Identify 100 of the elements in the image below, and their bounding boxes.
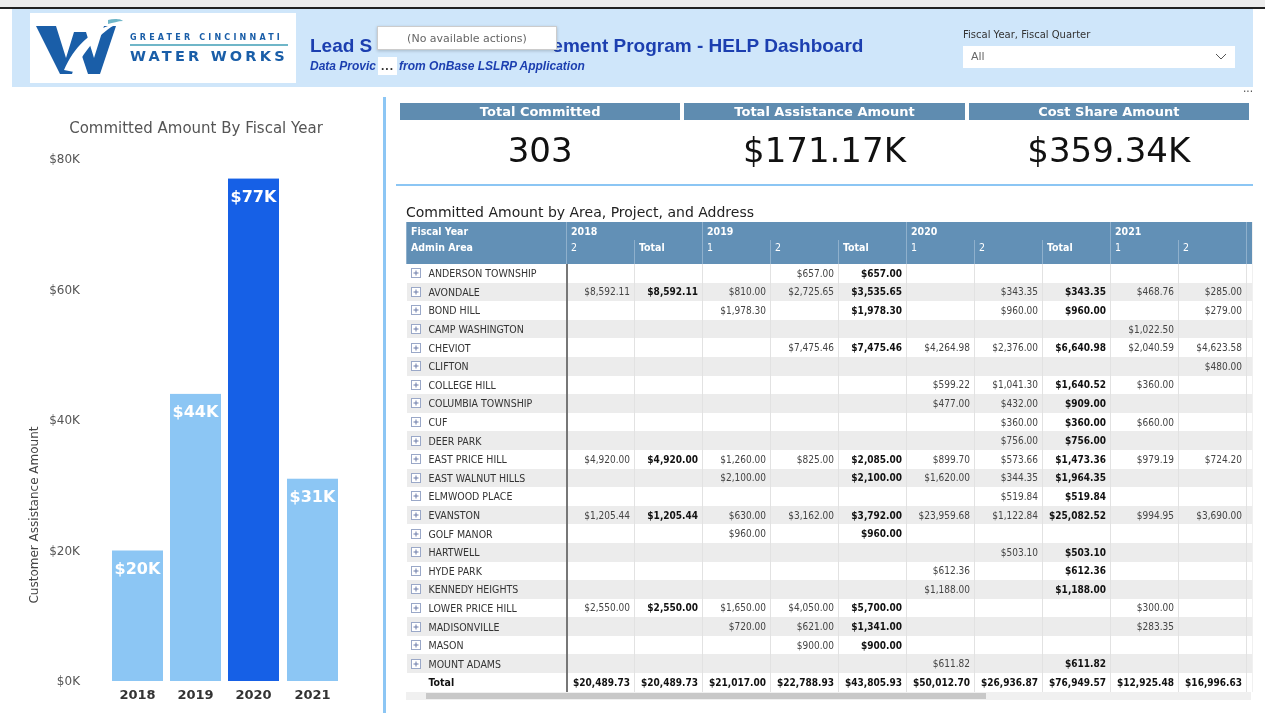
bar[interactable] xyxy=(287,478,338,681)
expand-icon[interactable] xyxy=(410,584,421,595)
header-cell: Fiscal Year xyxy=(406,222,567,240)
table-cell: $6,640.98 xyxy=(1042,338,1111,357)
expand-icon[interactable] xyxy=(410,361,421,372)
expand-icon[interactable] xyxy=(410,305,421,316)
expand-icon[interactable] xyxy=(410,510,421,520)
table-cell: $657.00 xyxy=(770,264,839,283)
table-cell: $2,376.00 xyxy=(974,338,1043,357)
expand-icon[interactable] xyxy=(410,435,421,446)
expand-icon[interactable] xyxy=(410,268,421,279)
logo-text: WATER WORKS xyxy=(130,47,288,64)
horizontal-scrollbar[interactable] xyxy=(406,691,1251,700)
table-cell: KENNEDY HEIGHTS xyxy=(428,583,519,596)
table-cell: LOWER PRICE HILL xyxy=(428,602,517,614)
expand-icon[interactable] xyxy=(410,454,421,465)
subtitle: from OnBase LSLRP Application xyxy=(399,59,585,73)
table-cell: $1,473.36 xyxy=(1042,449,1111,469)
bar-value-label: $20K xyxy=(114,558,161,578)
table-cell: $2,040.59 xyxy=(1110,338,1179,357)
table-cell: AVONDALE xyxy=(428,285,480,298)
expand-icon[interactable] xyxy=(410,398,421,409)
axis-category-label: 2019 xyxy=(177,687,214,702)
table-cell: $283.35 xyxy=(1110,617,1179,636)
header-cell: 1 xyxy=(906,240,975,264)
expand-icon[interactable] xyxy=(410,565,421,576)
header-cell: 2 xyxy=(1178,240,1247,264)
table-cell: $1,978.30 xyxy=(702,301,771,320)
expand-icon[interactable] xyxy=(410,472,421,483)
dashboard-title: Lead S xyxy=(310,35,373,57)
header-cell: 1 xyxy=(1110,240,1179,264)
table-cell: MASON xyxy=(428,639,464,652)
table-cell: $960.00 xyxy=(974,301,1043,320)
table-cell: CAMP WASHINGTON xyxy=(428,323,524,336)
table-cell: $76,949.57 xyxy=(1042,673,1111,692)
table-cell: $657.00 xyxy=(838,264,907,283)
axis-tick-label: $0K xyxy=(56,674,80,688)
axis-category-label: 2018 xyxy=(119,687,156,702)
expand-icon[interactable] xyxy=(410,379,421,390)
expand-icon[interactable] xyxy=(410,640,421,651)
expand-icon[interactable] xyxy=(410,528,421,539)
expand-icon[interactable] xyxy=(410,286,421,297)
table-cell: $4,920.00 xyxy=(634,449,703,469)
kpi-value: $171.17K xyxy=(743,130,906,170)
bar[interactable] xyxy=(112,550,163,681)
expand-icon[interactable] xyxy=(410,547,421,558)
expand-icon[interactable] xyxy=(410,603,421,613)
table-cell: $909.00 xyxy=(1042,394,1111,413)
table-cell: $43,805.93 xyxy=(838,673,907,692)
table-cell: $21,017.00 xyxy=(702,673,771,692)
table-cell: $960.00 xyxy=(1042,301,1111,320)
table-cell: CLIFTON xyxy=(428,360,469,373)
expand-icon[interactable] xyxy=(410,324,421,335)
table-cell: EAST WALNUT HILLS xyxy=(428,471,526,484)
header-cell: 2 xyxy=(566,240,635,264)
table-cell: BOND HILL xyxy=(428,304,480,317)
expand-icon[interactable] xyxy=(410,342,421,353)
table-cell: $26,936.87 xyxy=(974,673,1043,692)
table-cell: $7,475.46 xyxy=(838,338,907,357)
table-cell: ANDERSON TOWNSHIP xyxy=(428,267,537,280)
table-cell: $1,341.00 xyxy=(838,617,907,636)
axis-category-label: 2021 xyxy=(294,687,331,702)
fiscal-year-dropdown[interactable]: All xyxy=(963,45,1235,68)
table-cell: $4,920.00 xyxy=(566,449,635,469)
table-cell: $960.00 xyxy=(702,524,771,543)
table-cell: $825.00 xyxy=(770,449,839,469)
table-cell: $12,925.48 xyxy=(1110,673,1179,692)
axis-category-label: 2020 xyxy=(235,687,272,702)
kpi-label: Total Assistance Amount xyxy=(684,103,965,120)
header-cell: 1 xyxy=(702,240,771,264)
expand-icon[interactable] xyxy=(410,658,421,669)
table-cell: COLUMBIA TOWNSHIP xyxy=(428,397,533,410)
table-cell: $50,012.70 xyxy=(906,673,975,692)
table-cell: $724.20 xyxy=(1178,449,1247,469)
subtitle: Data Provic xyxy=(310,59,377,73)
kpi-value: $359.34K xyxy=(1027,130,1191,170)
bar-value-label: $77K xyxy=(230,186,277,206)
expand-icon[interactable] xyxy=(410,491,421,502)
bar-value-label: $44K xyxy=(172,401,219,421)
table-cell: MOUNT ADAMS xyxy=(428,657,501,670)
table-title: Committed Amount by Area, Project, and Address xyxy=(406,204,755,220)
table-cell: $1,260.00 xyxy=(702,449,771,469)
header-cell: 2021 xyxy=(1110,222,1247,240)
expand-icon[interactable] xyxy=(410,621,421,632)
bar[interactable] xyxy=(170,393,221,681)
filter-label: Fiscal Year, Fiscal Quarter xyxy=(963,28,1092,40)
table-cell: $22,788.93 xyxy=(770,673,839,692)
table-cell: $1,188.00 xyxy=(906,580,975,599)
table-cell: $20,489.73 xyxy=(566,673,635,692)
table-cell: $4,264.98 xyxy=(906,338,975,357)
kpi-label: Total Committed xyxy=(400,103,681,120)
more-options-button[interactable]: ... xyxy=(378,57,398,75)
header-cell: 2020 xyxy=(906,222,1111,240)
table-cell: HYDE PARK xyxy=(428,564,482,577)
table-cell: CHEVIOT xyxy=(428,341,471,354)
header-cell: Admin Area xyxy=(406,240,567,264)
table-cell: $899.70 xyxy=(906,449,975,469)
table-cell: $480.00 xyxy=(1178,356,1247,376)
expand-icon[interactable] xyxy=(410,417,421,428)
more-options-button[interactable]: ... xyxy=(1243,81,1253,95)
